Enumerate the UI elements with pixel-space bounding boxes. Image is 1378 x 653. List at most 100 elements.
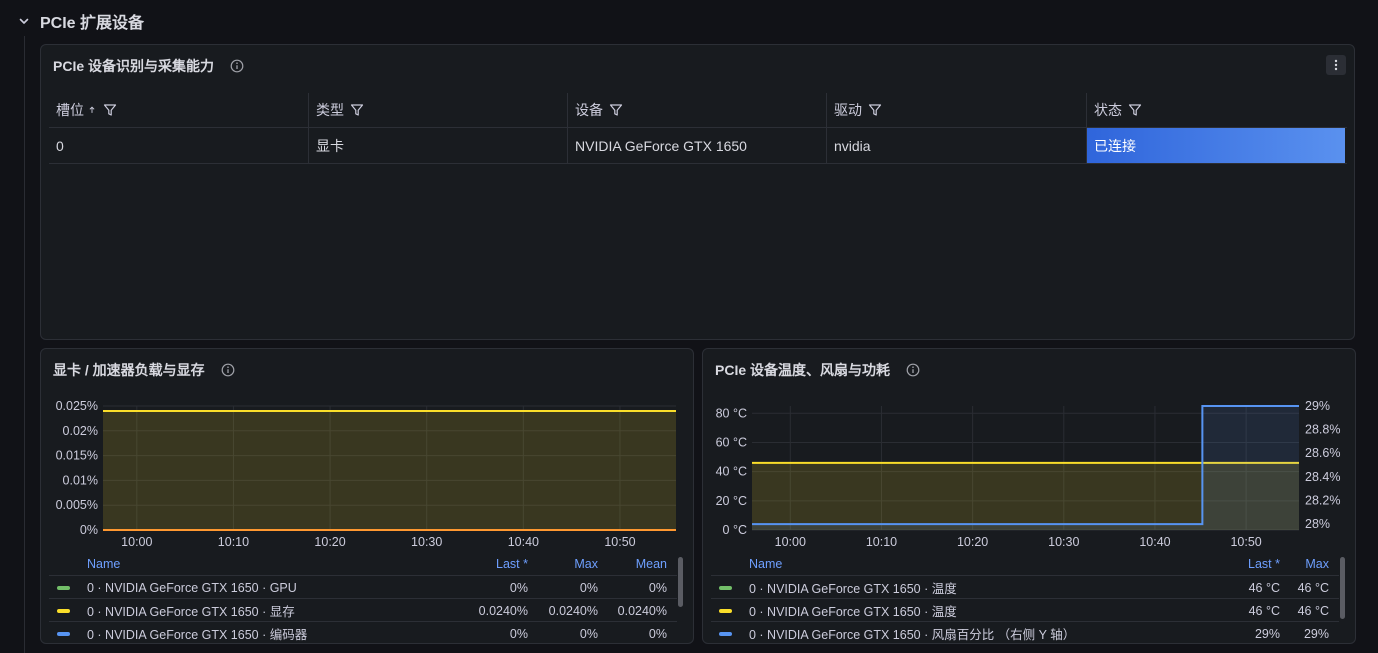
legend-mean: 0%	[648, 626, 667, 641]
column-header-type[interactable]: 类型	[308, 93, 567, 127]
x-tick-label: 10:20	[314, 535, 345, 549]
temp-fan-panel: PCIe 设备温度、风扇与功耗 80 °C 60 °C 40 °C 20 °C 0 °C…	[702, 348, 1356, 644]
column-header-driver[interactable]: 驱动	[826, 93, 1086, 127]
legend-scrollbar[interactable]	[678, 557, 683, 607]
column-header-slot[interactable]: 槽位	[49, 93, 308, 127]
table-header: 槽位 类型 设备 驱动 状态	[49, 93, 1347, 128]
x-tick-label: 10:20	[957, 535, 988, 549]
column-label: 类型	[316, 102, 344, 118]
panel-title: PCIe 设备识别与采集能力	[53, 58, 215, 74]
legend-header-mean[interactable]: Mean	[636, 557, 667, 571]
cell-device: NVIDIA GeForce GTX 1650	[567, 128, 826, 163]
legend-item[interactable]: 0 · NVIDIA GeForce GTX 1650 · 温度 46 °C 4…	[711, 598, 1339, 622]
legend-header-max[interactable]: Max	[1305, 557, 1329, 571]
legend-item[interactable]: 0 · NVIDIA GeForce GTX 1650 · 显存 0.0240%…	[49, 598, 677, 622]
y2-tick-label: 28%	[1305, 517, 1330, 531]
x-tick-label: 10:40	[1139, 535, 1170, 549]
filter-icon[interactable]	[609, 103, 623, 117]
legend-header-last[interactable]: Last *	[1248, 557, 1280, 571]
pcie-table-panel: PCIe 设备识别与采集能力 槽位 类型 设备 驱动 状态 0 显卡 NVIDI…	[40, 44, 1355, 340]
legend-max: 46 °C	[1297, 580, 1329, 595]
filter-icon[interactable]	[103, 103, 117, 117]
table-row[interactable]: 0 显卡 NVIDIA GeForce GTX 1650 nvidia 已连接	[49, 128, 1347, 164]
column-label: 槽位	[56, 102, 84, 118]
series-swatch	[719, 631, 732, 636]
cell-slot: 0	[56, 137, 64, 154]
y2-tick-label: 28.4%	[1305, 470, 1340, 484]
legend-item[interactable]: 0 · NVIDIA GeForce GTX 1650 · 风扇百分比 （右侧 …	[711, 621, 1339, 643]
legend-series-name: 0 · NVIDIA GeForce GTX 1650 · 显存	[87, 605, 295, 619]
x-tick-label: 10:10	[866, 535, 897, 549]
x-tick-label: 10:50	[604, 535, 635, 549]
y-tick-label: 0 °C	[723, 523, 747, 537]
column-label: 状态	[1094, 102, 1122, 118]
filter-icon[interactable]	[350, 103, 364, 117]
y-tick-label: 0.025%	[56, 399, 98, 413]
legend-mean: 0.0240%	[617, 603, 667, 618]
column-label: 设备	[575, 102, 603, 118]
cell-type: 显卡	[308, 128, 567, 163]
x-tick-label: 10:10	[218, 535, 249, 549]
legend-header: Name Last * Max	[711, 553, 1339, 575]
gpu-legend: Name Last * Max Mean 0 · NVIDIA GeForce …	[49, 553, 677, 643]
legend-last: 46 °C	[1248, 580, 1280, 595]
chevron-down-icon[interactable]	[18, 15, 30, 27]
y2-tick-label: 28.6%	[1305, 446, 1340, 460]
legend-series-name: 0 · NVIDIA GeForce GTX 1650 · GPU	[87, 580, 297, 595]
legend-series-name: 0 · NVIDIA GeForce GTX 1650 · 温度	[749, 582, 957, 596]
column-header-device[interactable]: 设备	[567, 93, 826, 127]
legend-series-name: 0 · NVIDIA GeForce GTX 1650 · 风扇百分比 （右侧 …	[749, 628, 1076, 642]
y2-tick-label: 28.2%	[1305, 493, 1340, 507]
legend-last: 0%	[509, 626, 528, 641]
y-tick-label: 80 °C	[716, 406, 747, 420]
sort-ascending-icon[interactable]	[87, 103, 97, 117]
y2-tick-label: 28.8%	[1305, 423, 1340, 437]
temp-legend: Name Last * Max 0 · NVIDIA GeForce GTX 1…	[711, 553, 1339, 643]
cell-driver: nvidia	[826, 128, 1086, 163]
series-swatch	[57, 585, 70, 590]
panel-menu-button[interactable]	[1326, 55, 1346, 75]
y-tick-label: 0%	[80, 523, 98, 537]
x-tick-label: 10:00	[121, 535, 152, 549]
legend-header-last[interactable]: Last *	[496, 557, 528, 571]
legend-header-name[interactable]: Name	[749, 557, 782, 571]
legend-scrollbar[interactable]	[1340, 557, 1345, 619]
legend-item[interactable]: 0 · NVIDIA GeForce GTX 1650 · 温度 46 °C 4…	[711, 575, 1339, 599]
y-tick-label: 0.02%	[63, 424, 98, 438]
panel-header: PCIe 设备识别与采集能力	[53, 57, 244, 75]
y-tick-label: 40 °C	[716, 465, 747, 479]
pcie-table: 槽位 类型 设备 驱动 状态 0 显卡 NVIDIA GeForce GTX 1…	[49, 93, 1347, 164]
y-tick-label: 60 °C	[716, 435, 747, 449]
legend-last: 46 °C	[1248, 603, 1280, 618]
legend-mean: 0%	[648, 580, 667, 595]
gpu-load-chart: 0.025% 0.02% 0.015% 0.01% 0.005% 0% 10:00 10:10…	[56, 399, 676, 549]
filter-icon[interactable]	[868, 103, 882, 117]
series-swatch	[719, 608, 732, 613]
y2-tick-label: 29%	[1305, 399, 1330, 413]
info-icon[interactable]	[230, 59, 244, 73]
legend-header-max[interactable]: Max	[574, 557, 598, 571]
temp-fan-chart: 80 °C 60 °C 40 °C 20 °C 0 °C 29% 28.8% 28.6% 28.…	[716, 399, 1341, 549]
legend-last: 0%	[509, 580, 528, 595]
y-tick-label: 20 °C	[716, 494, 747, 508]
more-vertical-icon	[1334, 59, 1338, 71]
legend-last: 29%	[1254, 626, 1280, 641]
y-tick-label: 0.005%	[56, 498, 98, 512]
legend-series-name: 0 · NVIDIA GeForce GTX 1650 · 温度	[749, 605, 957, 619]
legend-max: 46 °C	[1297, 603, 1329, 618]
series-swatch	[719, 585, 732, 590]
column-header-status[interactable]: 状态	[1086, 93, 1347, 127]
legend-max: 0.0240%	[548, 603, 598, 618]
row-header[interactable]: PCIe 扩展设备	[18, 9, 144, 33]
legend-item[interactable]: 0 · NVIDIA GeForce GTX 1650 · 编码器 0% 0% …	[49, 621, 677, 643]
series-swatch	[57, 608, 70, 613]
legend-header-name[interactable]: Name	[87, 557, 120, 571]
legend-series-name: 0 · NVIDIA GeForce GTX 1650 · 编码器	[87, 628, 308, 642]
gpu-load-panel: 显卡 / 加速器负载与显存 0.025% 0.02% 0.015% 0.01% 0.00…	[40, 348, 694, 644]
filter-icon[interactable]	[1128, 103, 1142, 117]
legend-item[interactable]: 0 · NVIDIA GeForce GTX 1650 · GPU 0% 0% …	[49, 575, 677, 599]
y-tick-label: 0.01%	[63, 473, 98, 487]
column-label: 驱动	[834, 102, 862, 118]
x-tick-label: 10:30	[1048, 535, 1079, 549]
x-tick-label: 10:40	[508, 535, 539, 549]
